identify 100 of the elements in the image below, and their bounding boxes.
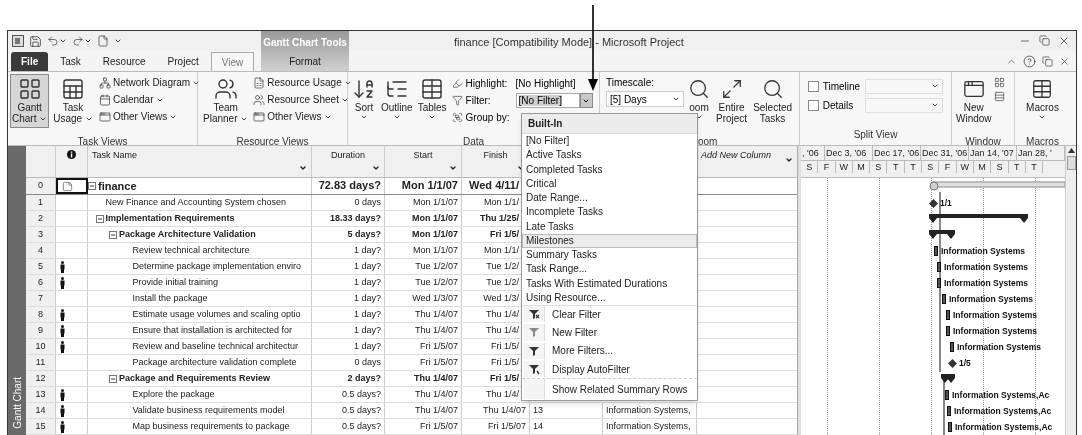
menu-item[interactable]: Show Related Summary Rows — [522, 378, 697, 401]
ribbon-button[interactable]: Outline — [379, 74, 415, 128]
ribbon-button[interactable]: Tables — [415, 74, 449, 128]
group-label: Macros — [1026, 136, 1059, 145]
ribbon-button[interactable]: New Window — [954, 74, 994, 128]
ribbon-small-button[interactable]: Network Diagram — [98, 74, 201, 91]
ribbon-small-button[interactable]: Resource Sheet — [253, 91, 352, 108]
duration-cell: 5 days? — [312, 227, 385, 242]
ribbon-small-button[interactable]: Other Views — [98, 108, 201, 125]
network-diagram-icon — [98, 76, 111, 89]
menu-item[interactable]: Active Tasks — [522, 148, 697, 163]
menu-item[interactable]: Clear Filter — [522, 305, 697, 324]
field-label: Timescale: — [606, 76, 655, 90]
dropdown-field[interactable] — [865, 78, 943, 94]
timescale-label: Dec 3, '06 — [825, 146, 874, 160]
ribbon-button[interactable]: Gantt Chart — [10, 74, 50, 128]
ribbon-button[interactable]: Selected Tasks — [751, 74, 795, 128]
duration-cell: 0.5 days? — [312, 419, 385, 434]
finish-cell: Thu 1/4/07 — [462, 403, 530, 418]
caret-icon — [392, 113, 401, 121]
bar-label: Information Systems — [949, 293, 1034, 306]
help-icon — [1023, 55, 1036, 68]
close-icon — [1058, 35, 1070, 47]
person-icon — [60, 260, 65, 273]
ribbon-small-button[interactable]: Other Views — [253, 108, 352, 125]
hide-icon — [993, 91, 1005, 102]
row-number: 5 — [26, 259, 56, 274]
checkbox[interactable] — [808, 80, 819, 92]
menu-item[interactable]: Milestones — [522, 233, 697, 248]
collapse-toggle[interactable] — [109, 374, 117, 383]
filter-icon — [527, 326, 540, 339]
menu-item[interactable]: Completed Tasks — [522, 162, 697, 177]
ribbon-tab[interactable]: Project — [157, 52, 209, 71]
row-number: 0 — [26, 178, 56, 194]
task-name: Validate business requirements model — [132, 403, 285, 417]
bar-label: Information Systems — [953, 309, 1038, 322]
scrollbar[interactable] — [1065, 146, 1076, 435]
group-label: Window — [965, 136, 1001, 145]
resource-cell: Information Systems, — [603, 403, 697, 418]
start-cell: Mon 1/1/07 — [385, 211, 462, 226]
ribbon-button[interactable]: Task Usage — [51, 74, 95, 128]
restore-icon — [1039, 35, 1050, 46]
task-bar — [948, 422, 952, 432]
timescale-label: T — [904, 161, 923, 173]
menu-item[interactable]: [No Filter] — [522, 134, 697, 149]
row-number: 10 — [26, 339, 56, 354]
start-cell: Thu 1/4/07 — [385, 387, 462, 402]
highlight-icon — [451, 78, 463, 89]
checkbox[interactable] — [808, 99, 819, 111]
ribbon-tab[interactable]: File — [11, 52, 49, 71]
bar-label: Information Systems,Ac — [954, 405, 1052, 418]
row-number: 1 — [26, 195, 56, 210]
collapse-toggle[interactable] — [88, 182, 96, 190]
duration-cell: 1 day? — [312, 243, 385, 258]
ribbon-tab[interactable]: Format — [279, 52, 331, 71]
timescale-label: S — [922, 161, 940, 173]
scroll-up-icon[interactable] — [1067, 148, 1075, 153]
task-name: Estimate usage volumes and scaling optio — [132, 307, 301, 321]
start-cell: Thu 1/4/07 — [385, 371, 462, 386]
indicator-cell[interactable] — [56, 178, 88, 194]
ribbon-button[interactable]: Team Planner — [201, 74, 251, 128]
group-label: Resource Views — [236, 136, 309, 145]
collapse-toggle[interactable] — [95, 214, 104, 223]
field-label: Highlight: — [465, 77, 508, 91]
start-cell: Tue 1/2/07 — [385, 259, 462, 274]
calendar-icon — [98, 93, 111, 106]
predecessors-cell: 13 — [530, 403, 603, 418]
ribbon-small-button[interactable]: Calendar — [98, 91, 201, 108]
duration-cell: 1 day? — [312, 307, 385, 322]
timescale-label: F — [939, 161, 957, 173]
scrollbar-thumb[interactable] — [1066, 156, 1076, 170]
task-bar — [946, 310, 950, 320]
ribbon-tab[interactable]: Task — [50, 52, 91, 71]
start-cell: Mon 1/1/07 — [385, 178, 462, 194]
column-header: Start — [413, 150, 433, 160]
ribbon-small-button[interactable]: Resource Usage — [253, 74, 352, 91]
caret-icon — [449, 164, 457, 172]
collapse-toggle[interactable] — [109, 230, 117, 239]
ribbon-button[interactable]: Sort — [350, 74, 378, 128]
group-label: Split View — [853, 129, 898, 140]
duration-cell: 1 day? — [312, 259, 385, 274]
filter-field[interactable]: [No Filter] — [515, 93, 580, 108]
caret-icon — [360, 113, 368, 121]
caret-icon — [672, 95, 680, 103]
row-number: 3 — [26, 227, 56, 242]
dropdown-field[interactable] — [865, 97, 943, 113]
ribbon-tab[interactable]: View — [210, 52, 255, 71]
timescale-label: W — [835, 161, 853, 173]
views-icon — [98, 110, 111, 123]
highlight-field[interactable]: [No Highlight] — [515, 76, 576, 91]
filter-icon — [527, 344, 540, 357]
ribbon-button[interactable]: Macros — [1024, 74, 1061, 128]
ribbon-tab[interactable]: Resource — [92, 52, 156, 71]
timescale-field[interactable]: [5] Days — [606, 91, 684, 107]
note-icon — [62, 180, 73, 192]
column-header: Finish — [483, 150, 508, 160]
start-cell: Fri 1/5/07 — [385, 419, 462, 434]
filter-icon — [451, 95, 463, 106]
ribbon-button[interactable]: Entire Project — [714, 74, 750, 128]
summary-bar — [929, 230, 955, 240]
